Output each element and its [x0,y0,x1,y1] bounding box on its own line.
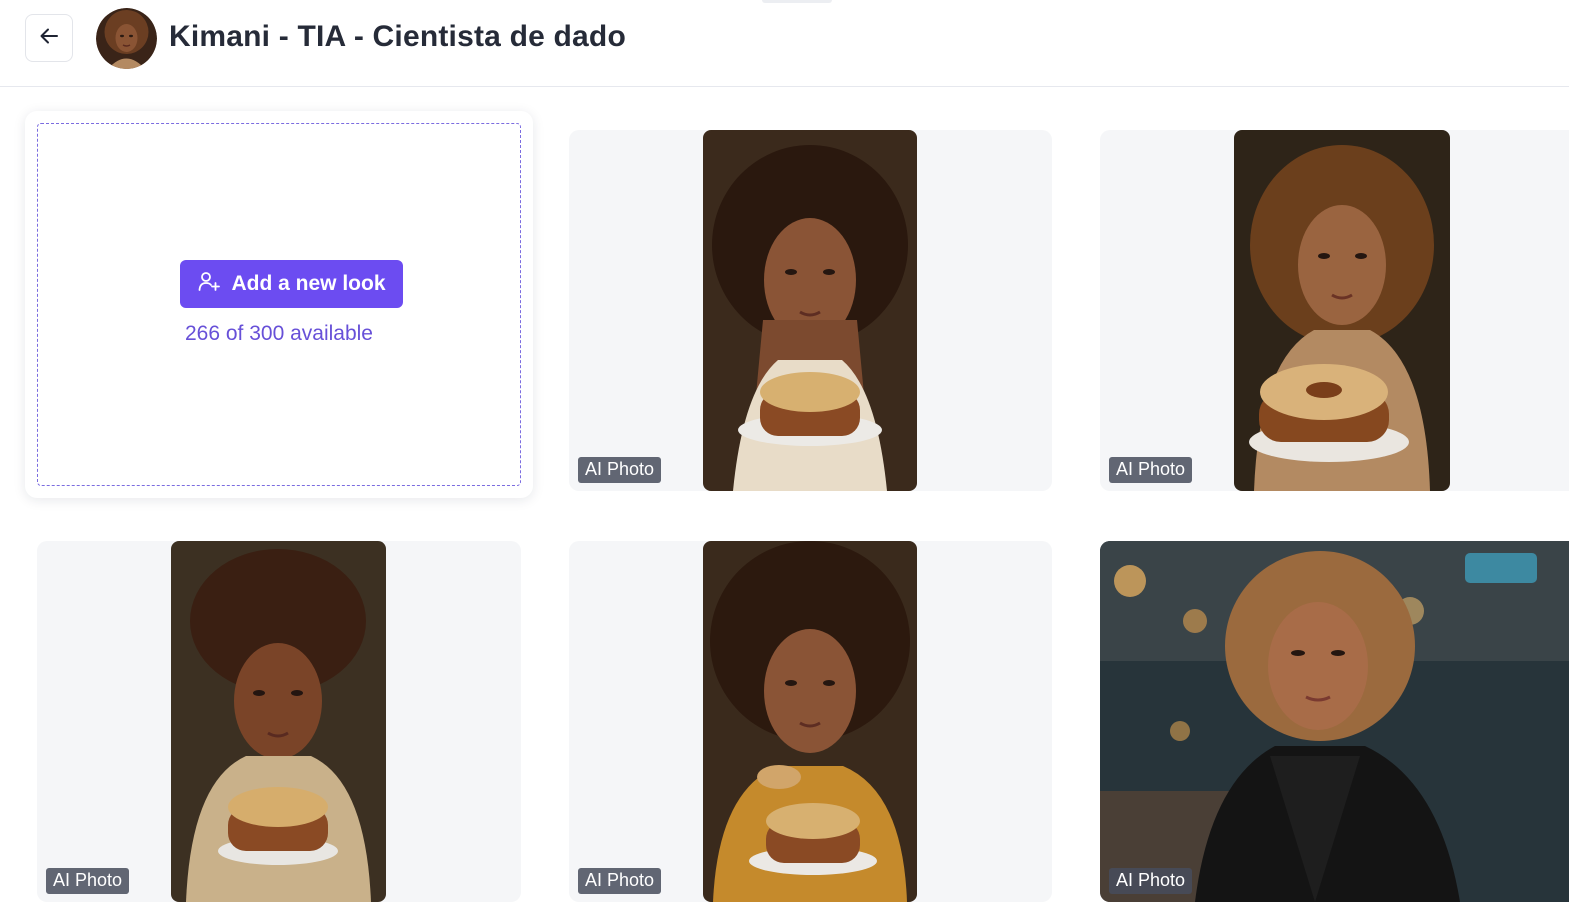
ai-photo-badge: AI Photo [578,457,662,483]
look-photo[interactable] [1100,541,1569,902]
dropzone-border: Add a new look 266 of 300 available [37,123,521,486]
look-card[interactable]: AI Photo [569,541,1052,902]
look-photo[interactable] [171,541,386,902]
back-button[interactable] [25,14,73,62]
add-new-look-label: Add a new look [231,271,386,295]
look-card[interactable]: AI Photo [37,541,521,902]
ai-photo-badge: AI Photo [1109,457,1193,483]
availability-count: 266 of 300 available [185,322,373,345]
arrow-left-icon [38,25,60,52]
avatar [96,8,157,69]
ai-photo-badge: AI Photo [1109,868,1193,894]
add-look-card[interactable]: Add a new look 266 of 300 available [25,111,533,498]
look-card[interactable]: AI Photo [569,130,1052,491]
page-title: Kimani - TIA - Cientista de dado [169,20,626,53]
add-user-icon [197,269,221,299]
add-new-look-button[interactable]: Add a new look [180,260,403,308]
look-photo[interactable] [1234,130,1450,491]
look-photo[interactable] [703,130,917,491]
look-card[interactable]: AI Photo [1100,130,1569,491]
ai-photo-badge: AI Photo [578,868,662,894]
window-notch [762,0,832,3]
ai-photo-badge: AI Photo [46,868,130,894]
look-photo[interactable] [703,541,917,902]
top-bar: Kimani - TIA - Cientista de dado [0,0,1569,87]
look-card[interactable]: AI Photo [1100,541,1569,902]
